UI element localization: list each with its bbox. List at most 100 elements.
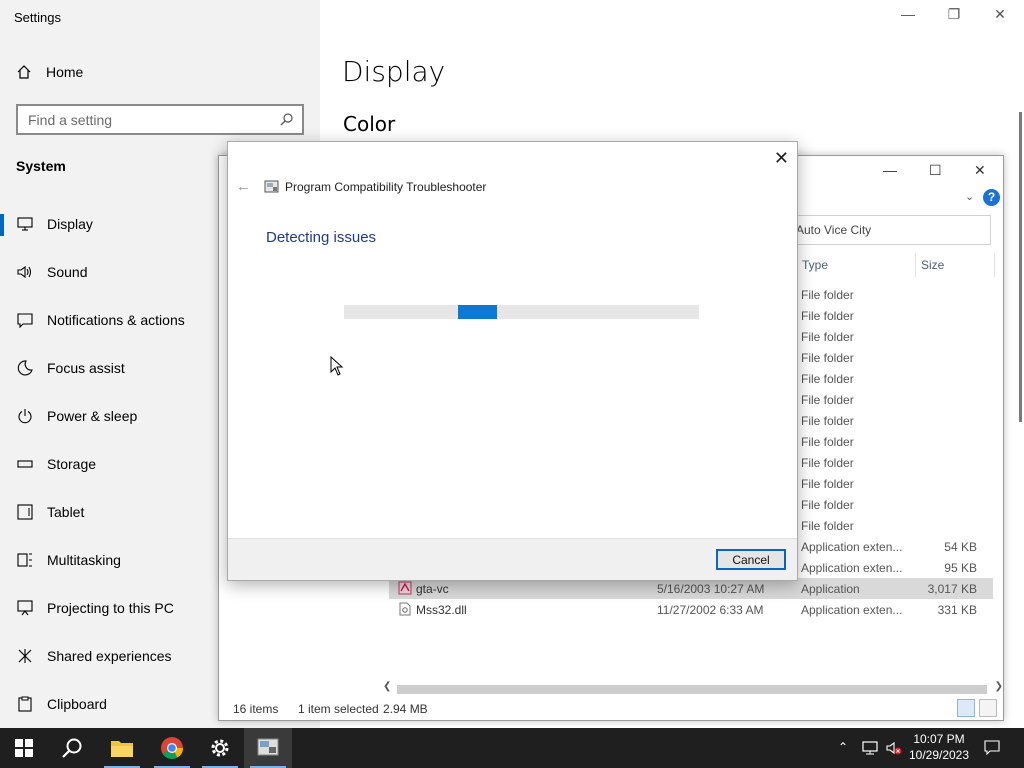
troubleshooter-icon xyxy=(257,738,279,756)
file-type: File folder xyxy=(801,456,854,470)
taskbar-search-button[interactable] xyxy=(48,728,96,768)
dialog-heading: Detecting issues xyxy=(266,229,377,246)
table-row[interactable]: Mss32.dll 11/27/2002 6:33 AM Application e… xyxy=(389,599,993,620)
volume-muted-icon[interactable] xyxy=(886,740,902,756)
table-row[interactable]: gta-vc 5/16/2003 10:27 AM Application 3,017… xyxy=(389,578,993,599)
moon-icon xyxy=(17,360,33,376)
back-arrow-icon[interactable]: ← xyxy=(236,178,251,195)
file-type: Application xyxy=(801,582,860,596)
windows-start-icon xyxy=(15,739,33,757)
progress-indicator xyxy=(457,305,497,319)
status-selection: 1 item selected xyxy=(298,702,379,716)
nav-label: Focus assist xyxy=(47,360,125,376)
file-type: File folder xyxy=(801,309,854,323)
explorer-maximize-button[interactable]: ☐ xyxy=(929,162,942,179)
settings-restore-button[interactable]: ❐ xyxy=(944,6,964,26)
nav-label: Projecting to this PC xyxy=(47,600,174,616)
file-name: gta-vc xyxy=(416,582,449,596)
file-type: File folder xyxy=(801,498,854,512)
settings-window-title: Settings xyxy=(14,10,61,25)
dialog-title: Program Compatibility Troubleshooter xyxy=(285,180,487,194)
column-separator[interactable] xyxy=(994,253,995,277)
network-icon[interactable] xyxy=(862,740,878,756)
home-nav-item[interactable]: Home xyxy=(16,64,83,80)
scroll-left-icon[interactable]: ❮ xyxy=(383,681,391,692)
file-size: 54 KB xyxy=(944,540,977,554)
troubleshooter-dialog: ✕ ← Program Compatibility Troubleshooter… xyxy=(227,141,798,581)
details-view-icon[interactable] xyxy=(957,699,975,717)
file-type: File folder xyxy=(801,435,854,449)
taskbar-settings[interactable] xyxy=(196,728,244,768)
settings-gear-icon xyxy=(211,739,229,757)
settings-minimize-button[interactable]: — xyxy=(898,6,918,26)
action-center-icon[interactable] xyxy=(984,739,1000,755)
file-size: 95 KB xyxy=(944,561,977,575)
explorer-close-button[interactable]: ✕ xyxy=(974,162,986,179)
multitasking-icon xyxy=(17,553,32,567)
taskbar-chrome[interactable] xyxy=(148,728,196,768)
column-header-size[interactable]: Size xyxy=(921,253,944,277)
start-button[interactable] xyxy=(0,728,48,768)
status-item-count: 16 items xyxy=(233,702,279,716)
column-separator[interactable] xyxy=(915,253,916,277)
dialog-close-icon[interactable]: ✕ xyxy=(774,148,789,169)
troubleshooter-icon xyxy=(264,180,279,193)
nav-label: Clipboard xyxy=(47,696,107,712)
settings-close-button[interactable]: ✕ xyxy=(990,6,1010,26)
scroll-thumb[interactable] xyxy=(397,685,987,694)
help-icon[interactable]: ? xyxy=(983,189,1000,206)
explorer-minimize-button[interactable]: — xyxy=(883,162,897,178)
tray-chevron-up-icon[interactable]: ⌃ xyxy=(838,740,854,756)
file-type: File folder xyxy=(801,414,854,428)
nav-label: Tablet xyxy=(47,504,85,520)
taskbar-clock[interactable]: 10:07 PM 10/29/2023 xyxy=(906,731,972,763)
settings-page-title: Display xyxy=(342,55,446,88)
find-setting-input[interactable]: Find a setting xyxy=(16,104,304,135)
progress-bar xyxy=(344,305,699,319)
chrome-icon xyxy=(161,737,183,759)
explorer-search-value: Auto Vice City xyxy=(796,223,872,237)
file-type: File folder xyxy=(801,288,854,302)
file-type: File folder xyxy=(801,477,854,491)
horizontal-scrollbar[interactable]: ❮ ❯ xyxy=(383,681,1003,696)
file-type: File folder xyxy=(801,351,854,365)
tablet-icon xyxy=(17,504,33,520)
projecting-icon xyxy=(17,600,33,616)
clock-date: 10/29/2023 xyxy=(908,748,970,762)
scroll-right-icon[interactable]: ❯ xyxy=(995,681,1003,692)
speaker-icon xyxy=(17,265,32,279)
nav-label: Display xyxy=(47,216,93,232)
monitor-icon xyxy=(17,217,33,231)
storage-icon xyxy=(17,460,33,468)
column-header-type[interactable]: Type xyxy=(802,253,828,277)
settings-sub-heading: Color xyxy=(343,112,396,136)
ribbon-expand-chevron-icon[interactable]: ⌄ xyxy=(965,190,974,203)
dll-file-icon xyxy=(399,602,411,616)
file-type: File folder xyxy=(801,393,854,407)
clock-time: 10:07 PM xyxy=(913,732,965,746)
file-type: Application exten... xyxy=(801,540,903,554)
nav-label: Storage xyxy=(47,456,97,472)
nav-label: Shared experiences xyxy=(47,648,172,664)
power-icon xyxy=(18,409,32,424)
dialog-footer: Cancel xyxy=(228,538,797,580)
section-title: System xyxy=(16,158,66,174)
cancel-button[interactable]: Cancel xyxy=(716,549,786,570)
taskbar-file-explorer[interactable] xyxy=(98,728,146,768)
mouse-cursor-icon xyxy=(330,356,344,376)
large-icons-view-icon[interactable] xyxy=(979,699,997,717)
taskbar: ⌃ 10:07 PM 10/29/2023 xyxy=(0,728,1024,768)
file-type: File folder xyxy=(801,372,854,386)
search-placeholder: Find a setting xyxy=(28,112,113,128)
home-icon xyxy=(17,65,31,79)
file-type: File folder xyxy=(801,330,854,344)
explorer-search-input[interactable]: Auto Vice City xyxy=(791,215,991,245)
search-icon xyxy=(280,113,293,126)
taskbar-troubleshooter[interactable] xyxy=(244,728,292,768)
file-name: Mss32.dll xyxy=(416,603,467,617)
file-explorer-icon xyxy=(111,741,133,757)
nav-label: Multitasking xyxy=(47,552,121,568)
settings-scrollbar[interactable] xyxy=(1019,112,1022,422)
home-label: Home xyxy=(46,64,84,80)
nav-label: Power & sleep xyxy=(47,408,138,424)
